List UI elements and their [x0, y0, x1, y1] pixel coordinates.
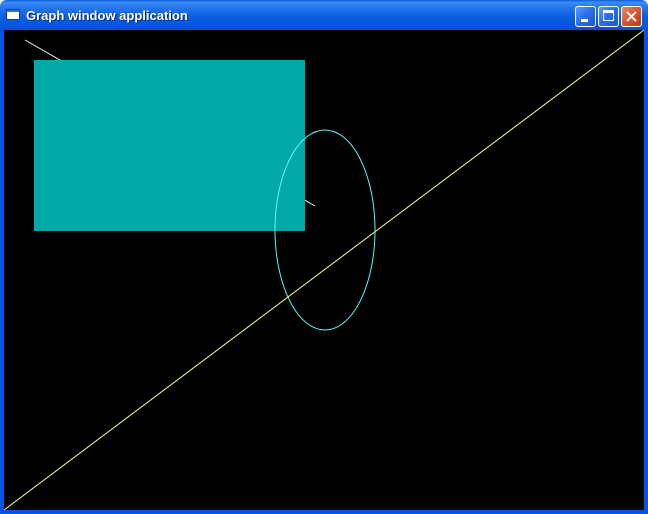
minimize-icon — [581, 19, 588, 22]
filled-rectangle — [34, 60, 305, 231]
graph-drawing — [4, 30, 644, 510]
maximize-button[interactable] — [598, 6, 619, 27]
window-title: Graph window application — [26, 8, 188, 23]
title-bar[interactable]: Graph window application — [0, 0, 648, 30]
app-window: Graph window application — [0, 0, 648, 514]
close-button[interactable] — [621, 6, 642, 27]
graph-canvas[interactable] — [4, 30, 644, 510]
close-icon — [626, 11, 637, 22]
window-icon[interactable] — [6, 9, 20, 20]
minimize-button[interactable] — [575, 6, 596, 27]
maximize-icon — [603, 10, 614, 21]
